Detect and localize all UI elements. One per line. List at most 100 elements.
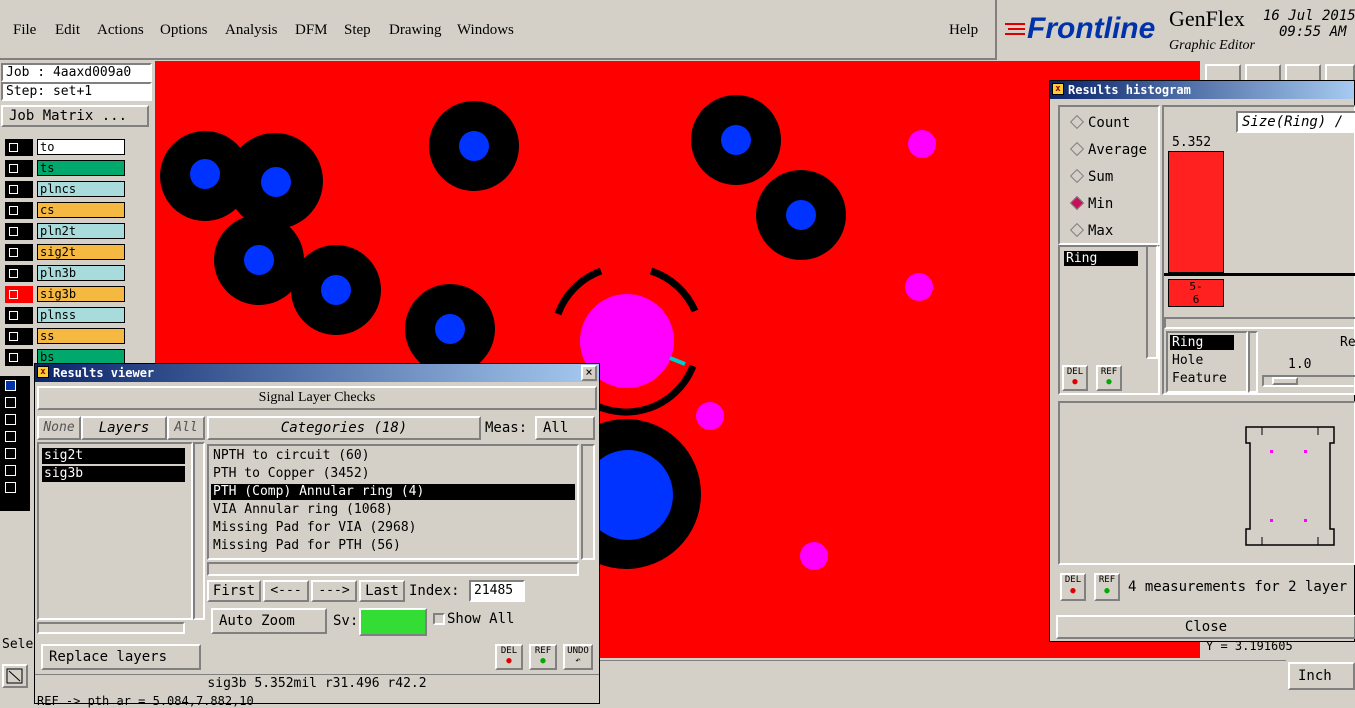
layer-checkbox[interactable] — [5, 380, 16, 391]
close-button[interactable]: Close — [1056, 615, 1355, 639]
layer-checkbox[interactable] — [5, 482, 16, 493]
layer-name[interactable]: pln2t — [37, 223, 125, 239]
severity-dropdown[interactable] — [359, 608, 427, 636]
stat-radio-count[interactable]: Count — [1069, 114, 1130, 131]
del-button[interactable]: DEL ● — [495, 644, 523, 670]
category-item[interactable]: NPTH to circuit (60) — [211, 448, 575, 464]
replace-layers-dropdown[interactable]: Replace layers — [41, 644, 201, 670]
layer-name[interactable]: plnss — [37, 307, 125, 323]
layer-checkbox[interactable] — [5, 244, 33, 261]
radio-indicator-icon[interactable] — [1069, 141, 1085, 157]
layer-checkbox[interactable] — [5, 397, 16, 408]
last-button[interactable]: Last — [359, 580, 405, 602]
slider-thumb[interactable] — [1272, 377, 1298, 385]
menu-help[interactable]: Help — [949, 22, 978, 39]
layers-hscrollbar[interactable] — [37, 622, 185, 634]
layer-checkbox[interactable] — [5, 223, 33, 240]
layer-checkbox[interactable] — [5, 160, 33, 177]
categories-scrollbar[interactable] — [581, 444, 595, 560]
layer-name[interactable]: sig3b — [37, 286, 125, 302]
ref-button[interactable]: REF ● — [1096, 365, 1122, 391]
category-item[interactable]: PTH (Comp) Annular ring (4) — [211, 484, 575, 500]
list-item[interactable]: Hole — [1170, 353, 1203, 368]
list-item[interactable]: sig2t — [42, 448, 185, 464]
radio-indicator-icon[interactable] — [1069, 114, 1085, 130]
menu-edit[interactable]: Edit — [55, 22, 80, 39]
menu-dfm[interactable]: DFM — [295, 22, 328, 39]
stat-radio-max[interactable]: Max — [1069, 222, 1113, 239]
layer-name[interactable]: plncs — [37, 181, 125, 197]
zoom-tool-button[interactable] — [2, 664, 28, 688]
layer-checkbox[interactable] — [5, 181, 33, 198]
layer-checkbox[interactable] — [5, 202, 33, 219]
del-button[interactable]: DEL ● — [1060, 573, 1086, 601]
histogram-axis-field[interactable]: Size(Ring) / — [1236, 111, 1355, 133]
category-item[interactable]: Missing Pad for PTH (56) — [211, 538, 575, 554]
radio-indicator-icon[interactable] — [1069, 168, 1085, 184]
layer-checkbox[interactable] — [5, 414, 16, 425]
layer-name[interactable]: to — [37, 139, 125, 155]
window-menu-icon[interactable]: x — [1052, 83, 1064, 95]
layer-name[interactable]: pln3b — [37, 265, 125, 281]
layer-checkbox[interactable] — [5, 349, 33, 366]
first-button[interactable]: First — [207, 580, 261, 602]
category-item[interactable]: VIA Annular ring (1068) — [211, 502, 575, 518]
group-by-scrollbar[interactable] — [1248, 331, 1258, 393]
menu-windows[interactable]: Windows — [457, 22, 514, 39]
histogram-bar[interactable] — [1168, 151, 1224, 273]
group-by-listbox[interactable]: Ring Hole Feature — [1166, 331, 1248, 393]
index-input[interactable]: 21485 — [469, 580, 525, 602]
meas-dropdown[interactable]: All — [535, 416, 595, 440]
ref-button[interactable]: REF ● — [529, 644, 557, 670]
layer-name[interactable]: ts — [37, 160, 125, 176]
layer-checkbox[interactable] — [5, 139, 33, 156]
layer-checkbox[interactable] — [5, 307, 33, 324]
results-viewer-titlebar[interactable]: x Results viewer — [35, 364, 599, 382]
window-menu-icon[interactable]: x — [37, 366, 49, 378]
categories-listbox[interactable]: NPTH to circuit (60) PTH to Copper (3452)… — [207, 444, 579, 560]
layers-scrollbar[interactable] — [193, 442, 205, 620]
job-matrix-button[interactable]: Job Matrix ... — [1, 105, 149, 127]
layer-name[interactable]: ss — [37, 328, 125, 344]
stat-radio-sum[interactable]: Sum — [1069, 168, 1113, 185]
layer-name[interactable]: cs — [37, 202, 125, 218]
layer-checkbox[interactable] — [5, 328, 33, 345]
menu-options[interactable]: Options — [160, 22, 208, 39]
histogram-hscrollbar[interactable] — [1164, 317, 1355, 329]
none-button[interactable]: None — [37, 416, 81, 440]
close-icon[interactable]: × — [581, 365, 597, 381]
menu-actions[interactable]: Actions — [97, 22, 144, 39]
units-dropdown[interactable]: Inch — [1288, 662, 1355, 690]
histogram-titlebar[interactable]: x Results histogram — [1050, 81, 1354, 99]
layer-checkbox[interactable] — [5, 465, 16, 476]
list-item[interactable]: Ring — [1170, 335, 1234, 350]
ref-button[interactable]: REF ● — [1094, 573, 1120, 601]
layers-listbox[interactable]: sig2t sig3b — [37, 442, 193, 620]
menu-step[interactable]: Step — [344, 22, 371, 39]
show-all-checkbox[interactable] — [433, 613, 445, 625]
category-item[interactable]: PTH to Copper (3452) — [211, 466, 575, 482]
layer-checkbox[interactable] — [5, 265, 33, 282]
stat-radio-average[interactable]: Average — [1069, 141, 1147, 158]
menu-drawing[interactable]: Drawing — [389, 22, 442, 39]
menu-analysis[interactable]: Analysis — [225, 22, 278, 39]
layer-name[interactable]: sig2t — [37, 244, 125, 260]
list-item[interactable]: sig3b — [42, 466, 185, 482]
previous-button[interactable]: <--- — [263, 580, 309, 602]
attribute-listbox[interactable]: Ring DEL ● REF ● — [1058, 245, 1160, 395]
layer-checkbox[interactable] — [5, 448, 16, 459]
list-item[interactable]: Ring — [1064, 251, 1138, 266]
category-item[interactable]: Missing Pad for VIA (2968) — [211, 520, 575, 536]
categories-hscrollbar[interactable] — [207, 562, 579, 576]
radio-indicator-icon[interactable] — [1069, 195, 1085, 211]
all-button[interactable]: All — [167, 416, 205, 440]
menu-file[interactable]: File — [13, 22, 36, 39]
auto-zoom-dropdown[interactable]: Auto Zoom — [211, 608, 327, 634]
list-item[interactable]: Feature — [1170, 371, 1227, 386]
del-button[interactable]: DEL ● — [1062, 365, 1088, 391]
layer-checkbox[interactable] — [5, 286, 33, 303]
resolution-slider[interactable] — [1262, 375, 1355, 387]
next-button[interactable]: ---> — [311, 580, 357, 602]
layer-checkbox[interactable] — [5, 431, 16, 442]
undo-button[interactable]: UNDO ↶ — [563, 644, 593, 670]
